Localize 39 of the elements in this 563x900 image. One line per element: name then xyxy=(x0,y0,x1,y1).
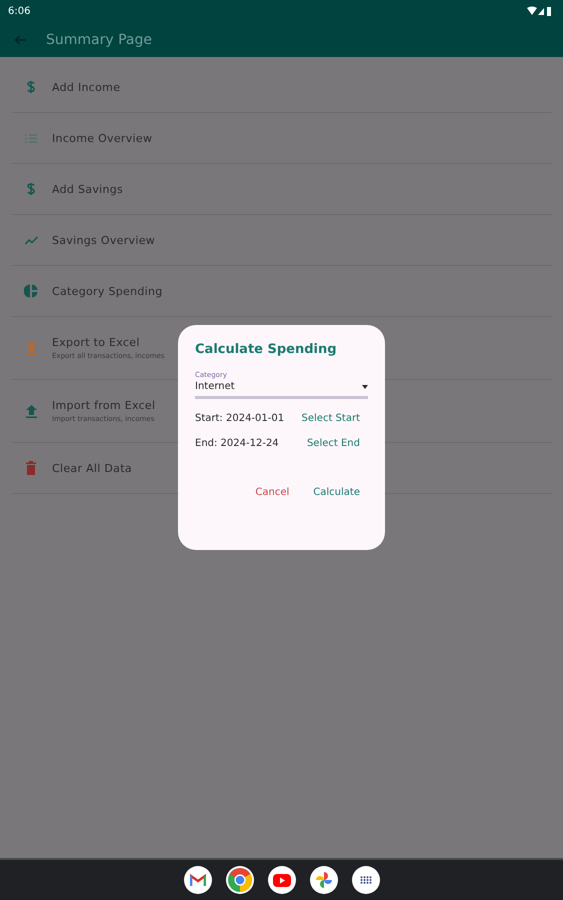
menu-item[interactable]: Add Income xyxy=(12,62,552,113)
status-time: 6:06 xyxy=(8,6,30,16)
item-title: Export to Excel xyxy=(52,336,141,349)
start-date: Start: 2024-01-01 xyxy=(195,413,284,424)
download-icon xyxy=(26,342,36,354)
item-title: Income Overview xyxy=(52,132,152,144)
dock-app[interactable] xyxy=(310,866,338,894)
menu-item[interactable]: Category Spending xyxy=(12,266,552,317)
item-title: Add Income xyxy=(52,80,120,94)
menu-item[interactable]: Savings Overview xyxy=(12,215,552,266)
item-title: Clear All Data xyxy=(52,462,132,474)
dialog-title: Calculate Spending xyxy=(195,342,338,357)
trend-line-icon xyxy=(24,236,38,244)
page-title: Summary Page xyxy=(46,32,152,48)
select-end-button[interactable]: Select End xyxy=(306,438,360,449)
calculate-button[interactable]: Calculate xyxy=(313,487,360,498)
item-title: Savings Overview xyxy=(52,234,156,246)
select-start-button[interactable]: Select Start xyxy=(302,413,360,424)
dock-app[interactable] xyxy=(268,866,296,894)
dollar-icon xyxy=(25,80,37,94)
menu-item[interactable]: Income Overview xyxy=(12,113,552,164)
dollar-icon xyxy=(25,182,37,196)
play-icon[interactable] xyxy=(272,874,290,886)
upload-icon xyxy=(26,404,36,418)
item-title: Import from Excel xyxy=(52,399,156,412)
list-icon xyxy=(25,134,37,142)
cancel-button[interactable]: Cancel xyxy=(255,487,290,498)
menu-item[interactable]: Add Savings xyxy=(12,164,552,215)
trash-icon xyxy=(26,461,36,475)
item-title: Add Savings xyxy=(52,182,124,196)
dock-app[interactable] xyxy=(184,866,212,894)
mail-icon[interactable] xyxy=(190,874,206,886)
end-date: End: 2024-12-24 xyxy=(195,438,279,449)
pinwheel-icon[interactable] xyxy=(314,871,332,889)
app-grid-icon[interactable] xyxy=(360,876,372,884)
dock-app[interactable] xyxy=(352,866,380,894)
item-title: Category Spending xyxy=(52,284,163,298)
dropdown-caret-icon xyxy=(362,384,368,388)
pie-chart-icon xyxy=(24,284,38,298)
